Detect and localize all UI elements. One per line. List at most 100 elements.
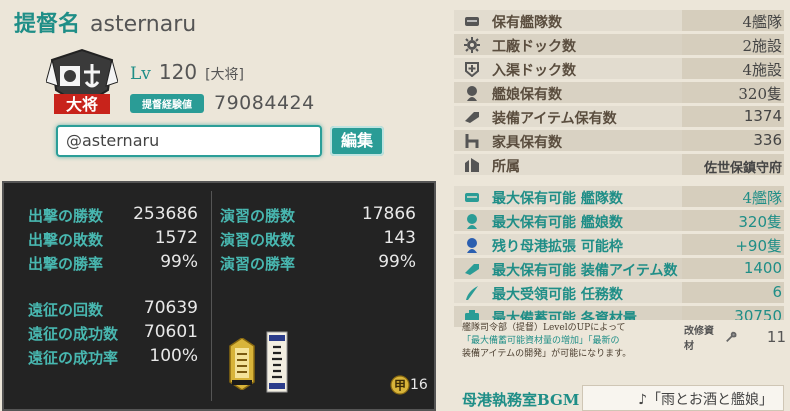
experience-value: 79084424 [214,92,315,114]
limit-value: 1400 [743,259,782,277]
gear-icon [464,37,480,53]
gold-medal-icon[interactable] [226,338,258,390]
shipgirl-icon [467,86,477,101]
furniture-icon [465,134,479,148]
limit-row-equipment: 最大保有可能 装備アイテム数 1400 [454,258,784,279]
bgm-selector[interactable]: ♪「雨とお酒と艦娘」 [582,385,784,411]
battle-stats-panel: 出撃の勝数 253686 出撃の敗数 1572 出撃の勝率 99% 演習の勝数 … [2,181,436,411]
notice-line-1: 艦隊司令部（提督）LevelのUPによって [462,323,626,333]
expedition-success-rate: 遠征の成功率 100% [28,346,198,369]
limit-row-fleets: 最大保有可能 艦隊数 4艦隊 [454,186,784,207]
expansion-icon [467,238,477,253]
holding-row-shipgirls: 艦娘保有数 320隻 [454,82,784,103]
emblem-rank-text: 大将 [66,95,98,114]
holding-label: 所属 [492,159,520,175]
limit-label: 最大受領可能 任務数 [492,287,623,303]
quest-icon [466,286,478,300]
stat-value: 253686 [133,204,198,224]
admiral-name-label: 提督名 [14,11,81,37]
sortie-win-rate: 出撃の勝率 99% [28,252,198,275]
limit-value: +90隻 [735,237,782,255]
limit-value: 320隻 [738,213,782,231]
comment-input[interactable]: @asternaru [56,125,322,157]
medal-glyph: 甲 [394,379,406,393]
holding-label: 艦娘保有数 [492,87,562,103]
fleet-icon [465,193,479,202]
stat-label: 演習の勝率 [220,255,296,273]
limit-value: 6 [772,283,782,301]
stat-label: 演習の敗数 [220,231,296,249]
exercise-losses: 演習の敗数 143 [220,228,416,251]
admiral-name-row: 提督名 asternaru [14,6,196,38]
holding-row-build-docks: 工廠ドック数 2施設 [454,34,784,55]
repair-icon [465,62,479,77]
stat-value: 70639 [143,298,198,318]
limit-value: 4艦隊 [742,189,782,207]
holding-value: 336 [753,131,782,149]
stat-label: 出撃の敗数 [28,231,104,249]
limit-row-quests: 最大受領可能 任務数 6 [454,282,784,303]
holding-value: 4施設 [742,61,782,79]
stat-label: 演習の勝数 [220,207,296,225]
expedition-successes: 遠征の成功数 70601 [28,322,198,345]
holding-value: 佐世保鎮守府 [703,161,782,176]
expedition-count: 遠征の回数 70639 [28,298,198,321]
stat-value: 100% [149,346,198,366]
sortie-wins: 出撃の勝数 253686 [28,204,198,227]
rank-label: [大将] [205,67,245,83]
holding-row-equipment: 装備アイテム保有数 1374 [454,106,784,127]
shipgirl-icon [467,214,477,229]
stat-label: 出撃の勝数 [28,207,104,225]
holding-value: 1374 [743,107,782,125]
holding-label: 工廠ドック数 [492,39,576,55]
stat-label: 出撃の勝率 [28,255,104,273]
scroll-medal-icon[interactable] [266,331,288,393]
holding-value: 320隻 [738,85,782,103]
stat-label: 遠征の成功率 [28,349,119,367]
notice-line-2: 「最大備蓄可能資材量の増加」「最新の [462,336,620,346]
holding-row-fleets: 保有艦隊数 4艦隊 [454,10,784,31]
holding-row-affiliation: 所属 佐世保鎮守府 [454,154,784,176]
level-up-notice: 艦隊司令部（提督）LevelのUPによって 「最大備蓄可能資材量の増加」「最新の… [462,320,682,363]
remodel-value: 11 [766,328,786,346]
limit-label: 最大保有可能 装備アイテム数 [492,263,678,279]
admiral-name: asternaru [90,12,197,37]
limit-label: 最大保有可能 艦隊数 [492,191,623,207]
experience-badge: 提督経験値 [130,93,204,113]
holding-value: 4艦隊 [742,13,782,31]
exercise-win-rate: 演習の勝率 99% [220,252,416,275]
fleet-icon [465,17,479,26]
stat-value: 17866 [361,204,416,224]
sortie-losses: 出撃の敗数 1572 [28,228,198,251]
stat-value: 99% [378,252,416,272]
limit-label: 最大保有可能 艦娘数 [492,215,623,231]
equipment-icon [465,112,479,123]
holding-label: 家具保有数 [492,135,562,151]
limit-row-port-expansion: 残り母港拡張 可能枠 +90隻 [454,234,784,255]
stat-label: 遠征の成功数 [28,325,119,343]
medal-count-value: 16 [410,377,428,393]
stat-value: 1572 [154,228,198,248]
remodel-label: 改修資材 [684,326,714,352]
kou-medal-icon: 甲 [390,375,410,395]
level-row: Lv 120 [大将] [130,60,244,84]
equipment-icon [465,264,479,275]
stat-value: 70601 [143,322,198,342]
bgm-row: 母港執務室BGM ♪「雨とお酒と艦娘」 [454,385,784,411]
stat-label: 遠征の回数 [28,301,104,319]
notice-line-3: 装備アイテムの開発」が可能になります。 [462,349,632,359]
experience-row: 提督経験値 79084424 [130,92,315,114]
holding-row-furniture: 家具保有数 336 [454,130,784,151]
base-icon [465,158,479,172]
edit-button[interactable]: 編集 [330,126,384,156]
exercise-wins: 演習の勝数 17866 [220,204,416,227]
holding-label: 入渠ドック数 [492,63,576,79]
holding-row-repair-docks: 入渠ドック数 4施設 [454,58,784,79]
bgm-label: 母港執務室BGM [462,391,580,409]
level-label: Lv [130,64,151,84]
stat-value: 99% [160,252,198,272]
comment-text: @asternaru [66,131,160,150]
admiral-record-screen: 提督名 asternaru 大将 Lv 120 [大将] 提督経験値 79084… [0,0,790,411]
holding-label: 装備アイテム保有数 [492,111,617,127]
bgm-track: ♪「雨とお酒と艦娘」 [638,392,773,408]
